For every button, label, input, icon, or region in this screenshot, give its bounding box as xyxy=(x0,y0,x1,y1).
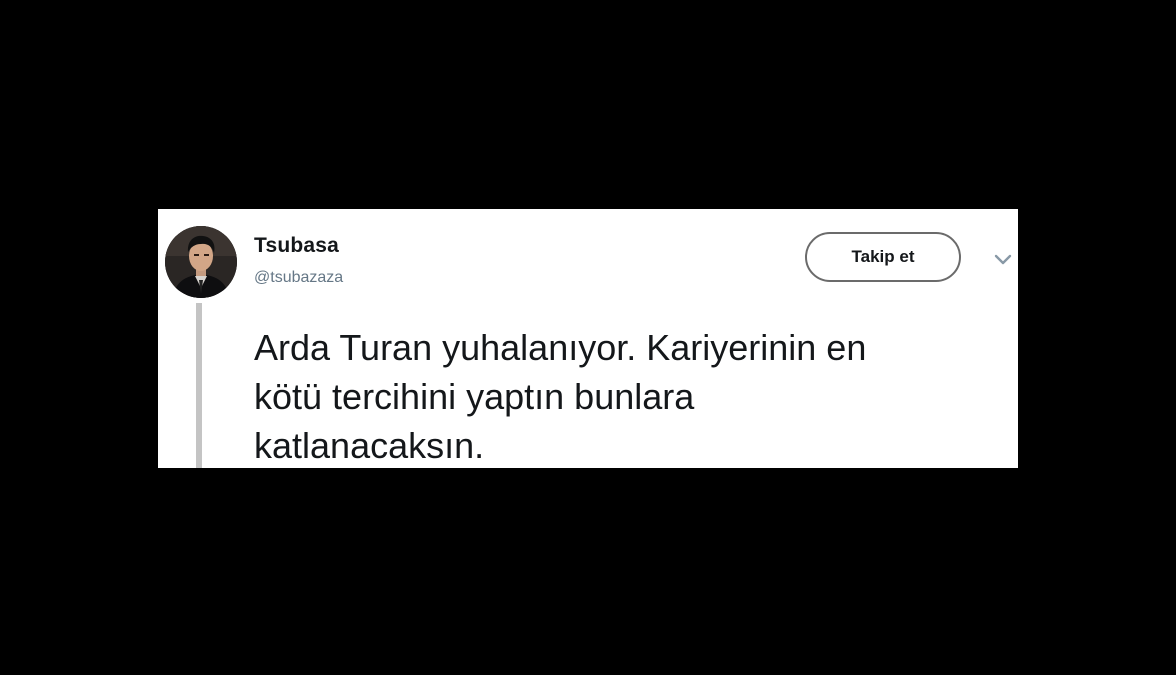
thread-line xyxy=(196,303,202,468)
chevron-down-icon[interactable] xyxy=(992,253,1014,267)
tweet-text: Arda Turan yuhalanıyor. Kariyerinin en k… xyxy=(254,327,867,466)
profile-photo-icon xyxy=(165,226,237,298)
avatar[interactable] xyxy=(165,226,237,298)
tweet-card: Tsubasa @tsubazaza Takip et Arda Turan y… xyxy=(158,209,1018,468)
author-display-name[interactable]: Tsubasa xyxy=(254,234,339,258)
author-handle[interactable]: @tsubazaza xyxy=(254,269,343,287)
follow-button[interactable]: Takip et xyxy=(805,232,961,282)
stage: Tsubasa @tsubazaza Takip et Arda Turan y… xyxy=(0,0,1176,675)
